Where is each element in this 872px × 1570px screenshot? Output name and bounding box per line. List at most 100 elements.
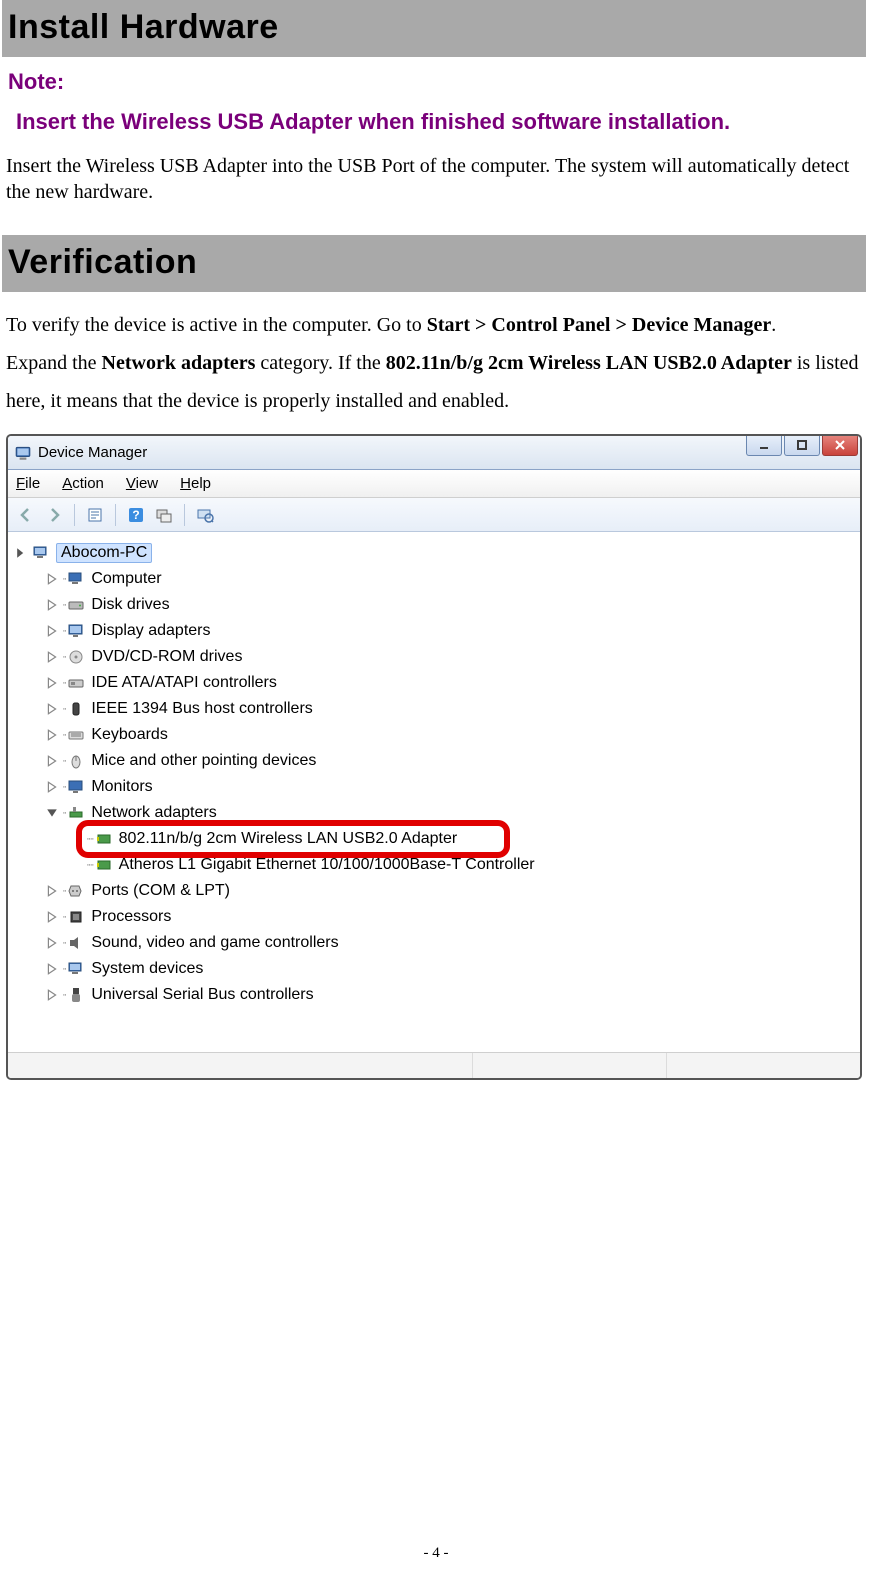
verify-text-1c: . xyxy=(771,314,776,336)
insert-instruction: Insert the Wireless USB Adapter into the… xyxy=(2,139,866,235)
tree-node-cat-1[interactable]: ·· Disk drives xyxy=(14,592,854,618)
tree-connector: ·· xyxy=(62,989,65,1001)
note-label: Note: xyxy=(8,69,860,95)
close-button[interactable] xyxy=(822,434,858,456)
statusbar xyxy=(8,1052,860,1078)
expand-icon[interactable] xyxy=(46,755,58,767)
tree-connector: ·· xyxy=(62,963,65,975)
help-icon[interactable]: ? xyxy=(124,503,148,527)
computer-icon xyxy=(67,570,85,588)
window-controls xyxy=(746,434,858,456)
tree-label: Ports (COM & LPT) xyxy=(91,882,230,900)
nic-icon xyxy=(95,830,113,848)
tree-node-cat-8[interactable]: ·· Monitors xyxy=(14,774,854,800)
expand-icon[interactable] xyxy=(46,703,58,715)
maximize-button[interactable] xyxy=(784,434,820,456)
tree-label: Network adapters xyxy=(91,804,216,822)
tree-label: DVD/CD-ROM drives xyxy=(91,648,242,666)
page-number: - 4 - xyxy=(0,1545,872,1562)
expand-icon[interactable] xyxy=(16,547,28,559)
titlebar[interactable]: Device Manager xyxy=(8,436,860,470)
tree-node-cat-3[interactable]: ·· DVD/CD-ROM drives xyxy=(14,644,854,670)
tree-label: Computer xyxy=(91,570,161,588)
tree-label: System devices xyxy=(91,960,203,978)
menu-help[interactable]: Help xyxy=(180,475,211,492)
expand-icon[interactable] xyxy=(46,599,58,611)
verify-category: Network adapters xyxy=(102,352,256,374)
menu-action[interactable]: Action xyxy=(62,475,104,492)
svg-text:?: ? xyxy=(132,508,139,522)
expand-icon[interactable] xyxy=(46,729,58,741)
root-label: Abocom-PC xyxy=(56,543,152,563)
usb-icon xyxy=(67,986,85,1004)
expand-icon[interactable] xyxy=(46,937,58,949)
ide-icon xyxy=(67,674,85,692)
section-verification: Verification xyxy=(2,235,866,292)
window-title: Device Manager xyxy=(38,444,147,461)
tree-node-after-4[interactable]: ·· Universal Serial Bus controllers xyxy=(14,982,854,1008)
tree-node-nic-0[interactable]: ···· 802.11n/b/g 2cm Wireless LAN USB2.0… xyxy=(14,826,854,852)
tree-root[interactable]: Abocom-PC xyxy=(14,540,854,566)
expand-icon[interactable] xyxy=(46,677,58,689)
tree-label: Sound, video and game controllers xyxy=(91,934,338,952)
tree-node-cat-5[interactable]: ·· IEEE 1394 Bus host controllers xyxy=(14,696,854,722)
expand-icon[interactable] xyxy=(46,651,58,663)
tree-connector: ···· xyxy=(86,859,93,871)
tree-label: IDE ATA/ATAPI controllers xyxy=(91,674,277,692)
computer-icon xyxy=(32,544,50,562)
verify-text-1a: To verify the device is active in the co… xyxy=(6,314,427,336)
tree-node-cat-4[interactable]: ·· IDE ATA/ATAPI controllers xyxy=(14,670,854,696)
tree-node-network[interactable]: ·· Network adapters xyxy=(14,800,854,826)
tree-connector: ·· xyxy=(62,703,65,715)
scan-hardware-icon[interactable] xyxy=(152,503,176,527)
back-button[interactable] xyxy=(14,503,38,527)
tree-connector: ·· xyxy=(62,729,65,741)
verify-device: 802.11n/b/g 2cm Wireless LAN USB2.0 Adap… xyxy=(386,352,792,374)
device-tree[interactable]: Abocom-PC ·· Computer ·· Disk drives ·· … xyxy=(8,532,860,1052)
expand-icon[interactable] xyxy=(46,885,58,897)
system-icon xyxy=(67,960,85,978)
tree-connector: ·· xyxy=(62,677,65,689)
tree-label: Atheros L1 Gigabit Ethernet 10/100/1000B… xyxy=(119,856,535,874)
verify-path: Start > Control Panel > Device Manager xyxy=(427,314,772,336)
minimize-button[interactable] xyxy=(746,434,782,456)
toolbar: ? xyxy=(8,498,860,532)
menu-file[interactable]: File xyxy=(16,475,40,492)
expand-icon[interactable] xyxy=(46,807,58,819)
tree-node-cat-2[interactable]: ·· Display adapters xyxy=(14,618,854,644)
network-icon xyxy=(67,804,85,822)
tree-node-after-0[interactable]: ·· Ports (COM & LPT) xyxy=(14,878,854,904)
keyboard-icon xyxy=(67,726,85,744)
verify-text-2a: Expand the xyxy=(6,352,102,374)
tree-connector: ·· xyxy=(62,651,65,663)
tree-node-cat-0[interactable]: ·· Computer xyxy=(14,566,854,592)
tree-node-cat-7[interactable]: ·· Mice and other pointing devices xyxy=(14,748,854,774)
sound-icon xyxy=(67,934,85,952)
tree-connector: ·· xyxy=(62,807,65,819)
tree-connector: ·· xyxy=(62,573,65,585)
tree-node-after-3[interactable]: ·· System devices xyxy=(14,956,854,982)
tree-connector: ·· xyxy=(62,781,65,793)
monitor-icon xyxy=(67,778,85,796)
tree-node-after-2[interactable]: ·· Sound, video and game controllers xyxy=(14,930,854,956)
properties-icon[interactable] xyxy=(83,503,107,527)
tree-node-cat-6[interactable]: ·· Keyboards xyxy=(14,722,854,748)
refresh-icon[interactable] xyxy=(193,503,217,527)
expand-icon[interactable] xyxy=(46,911,58,923)
tree-label: Mice and other pointing devices xyxy=(91,752,316,770)
expand-icon[interactable] xyxy=(46,963,58,975)
tree-node-nic-1[interactable]: ···· Atheros L1 Gigabit Ethernet 10/100/… xyxy=(14,852,854,878)
tree-label: Disk drives xyxy=(91,596,169,614)
tree-node-after-1[interactable]: ·· Processors xyxy=(14,904,854,930)
forward-button[interactable] xyxy=(42,503,66,527)
mouse-icon xyxy=(67,752,85,770)
menu-view[interactable]: View xyxy=(126,475,158,492)
tree-label: IEEE 1394 Bus host controllers xyxy=(91,700,312,718)
nic-icon xyxy=(95,856,113,874)
expand-icon[interactable] xyxy=(46,781,58,793)
expand-icon[interactable] xyxy=(46,573,58,585)
menubar: File Action View Help xyxy=(8,470,860,498)
expand-icon[interactable] xyxy=(46,989,58,1001)
tree-label: Universal Serial Bus controllers xyxy=(91,986,313,1004)
expand-icon[interactable] xyxy=(46,625,58,637)
